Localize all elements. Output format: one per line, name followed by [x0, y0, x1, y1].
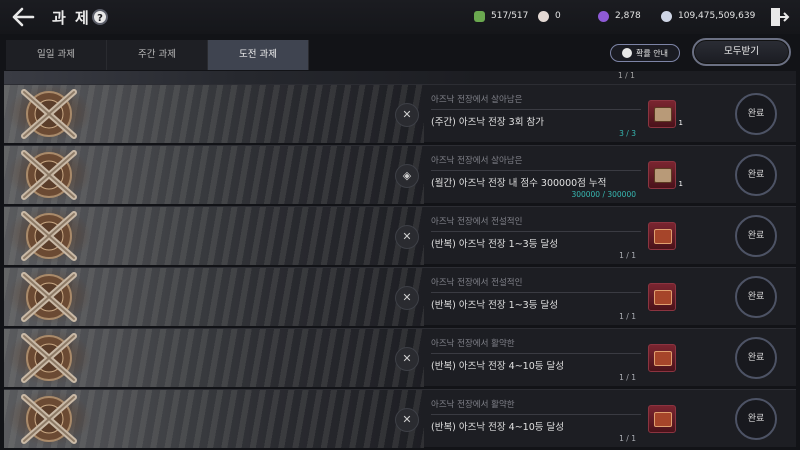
complete-button[interactable]: 완료	[735, 337, 777, 379]
list-item-partial: 1 / 1	[4, 71, 796, 84]
exit-icon[interactable]	[768, 6, 790, 28]
diamond-icon: ◈	[395, 164, 419, 188]
complete-button[interactable]: 완료	[735, 276, 777, 318]
list-item: ✕ 아즈낙 전장에서 활약한 (반복) 아즈낙 전장 4~10등 달성 1 / …	[4, 389, 796, 448]
mission-title: (반복) 아즈낙 전장 4~10등 달성	[431, 422, 564, 433]
mission-subtitle: 아즈낙 전장에서 활약한	[431, 339, 515, 349]
cross-icon: ✕	[395, 286, 419, 310]
tab-daily[interactable]: 일일 과제	[6, 40, 107, 70]
list-item: ✕ 아즈낙 전장에서 활약한 (반복) 아즈낙 전장 4~10등 달성 1 / …	[4, 328, 796, 387]
reward-quantity: 1	[678, 180, 683, 188]
currency-value: 2,878	[615, 11, 641, 21]
reward-item[interactable]	[648, 405, 676, 433]
probability-info-button[interactable]: 확률 안내	[610, 44, 680, 62]
divider	[431, 231, 641, 232]
mission-tabs: 일일 과제 주간 과제 도전 과제	[6, 40, 309, 70]
mission-title: (반복) 아즈낙 전장 4~10등 달성	[431, 361, 564, 372]
tab-weekly[interactable]: 주간 과제	[107, 40, 208, 70]
currency-value: 109,475,509,639	[678, 11, 756, 21]
divider	[431, 170, 641, 171]
complete-button[interactable]: 완료	[735, 154, 777, 196]
currency-energy: 517/517	[474, 9, 528, 23]
back-arrow-icon[interactable]	[10, 5, 36, 29]
complete-button[interactable]: 완료	[735, 398, 777, 440]
cross-icon: ✕	[395, 347, 419, 371]
reward-box-icon	[654, 351, 672, 366]
mission-title: (월간) 아즈낙 전장 내 점수 300000점 누적	[431, 178, 607, 189]
currency-purple-gem: 2,878	[598, 9, 641, 23]
pearl-icon	[538, 10, 549, 22]
mission-progress: 1 / 1	[619, 373, 636, 382]
mission-banner-art	[4, 146, 424, 204]
reward-quantity: 1	[678, 119, 683, 127]
currency-silver: 109,475,509,639	[661, 9, 755, 23]
list-item: ◈ 아즈낙 전장에서 살아남은 (월간) 아즈낙 전장 내 점수 300000점…	[4, 145, 796, 204]
mission-subtitle: 아즈낙 전장에서 전설적인	[431, 217, 523, 227]
reward-item[interactable]	[648, 222, 676, 250]
list-item: ✕ 아즈낙 전장에서 전설적인 (반복) 아즈낙 전장 1~3등 달성 1 / …	[4, 267, 796, 326]
reward-item[interactable]	[648, 283, 676, 311]
mission-subtitle: 아즈낙 전장에서 살아남은	[431, 156, 523, 166]
currency-value: 517/517	[491, 11, 529, 21]
crossed-swords-emblem-icon	[21, 333, 77, 383]
mission-progress: 300000 / 300000	[571, 190, 636, 199]
reward-item[interactable]: 1	[648, 100, 683, 128]
crossed-swords-emblem-icon	[21, 394, 77, 444]
reward-box-icon	[654, 229, 672, 244]
crossed-swords-emblem-icon	[21, 150, 77, 200]
reward-box-icon	[654, 290, 672, 305]
reward-box-icon	[654, 412, 672, 427]
tab-challenge[interactable]: 도전 과제	[208, 40, 309, 70]
help-icon[interactable]: ?	[92, 9, 108, 25]
mission-banner-art	[4, 85, 424, 143]
mission-title: (반복) 아즈낙 전장 1~3등 달성	[431, 239, 558, 250]
reward-box-icon	[654, 168, 672, 183]
mission-progress: 1 / 1	[619, 312, 636, 321]
currency-value: 0	[555, 11, 561, 21]
mission-progress: 1 / 1	[619, 434, 636, 443]
claim-all-button[interactable]: 모두받기	[692, 38, 791, 66]
reward-item[interactable]	[648, 344, 676, 372]
complete-button[interactable]: 완료	[735, 93, 777, 135]
crossed-swords-emblem-icon	[21, 272, 77, 322]
list-item: ✕ 아즈낙 전장에서 살아남은 (주간) 아즈낙 전장 3회 참가 3 / 3 …	[4, 84, 796, 143]
mission-subtitle: 아즈낙 전장에서 전설적인	[431, 278, 523, 288]
mission-banner-art	[4, 329, 424, 387]
complete-button[interactable]: 완료	[735, 215, 777, 257]
cross-icon: ✕	[395, 103, 419, 127]
divider	[431, 292, 641, 293]
silver-coin-icon	[661, 10, 672, 22]
page-title: 과 제	[52, 9, 91, 27]
energy-icon	[474, 10, 485, 22]
purple-gem-icon	[598, 10, 609, 22]
reward-box-icon	[654, 107, 672, 122]
currency-pearl: 0	[538, 9, 561, 23]
mission-title: (반복) 아즈낙 전장 1~3등 달성	[431, 300, 558, 311]
mission-progress: 1 / 1	[618, 71, 635, 80]
mission-banner-art	[4, 268, 424, 326]
reward-item[interactable]: 1	[648, 161, 683, 189]
cross-icon: ✕	[395, 408, 419, 432]
mission-subtitle: 아즈낙 전장에서 살아남은	[431, 95, 523, 105]
cross-icon: ✕	[395, 225, 419, 249]
mission-banner-art	[4, 207, 424, 265]
mission-subtitle: 아즈낙 전장에서 활약한	[431, 400, 515, 410]
mission-banner-art	[4, 390, 424, 448]
divider	[431, 353, 641, 354]
list-item: ✕ 아즈낙 전장에서 전설적인 (반복) 아즈낙 전장 1~3등 달성 1 / …	[4, 206, 796, 265]
divider	[431, 414, 641, 415]
divider	[431, 109, 641, 110]
mission-progress: 3 / 3	[619, 129, 636, 138]
mission-list[interactable]: 1 / 1 ✕ 아즈낙 전장에서 살아남은 (주간) 아즈낙 전장 3회 참가 …	[4, 71, 796, 450]
top-bar: 과 제 ? 517/517 0 2,878 109,475,509,639	[0, 0, 800, 34]
probability-info-label: 확률 안내	[636, 48, 668, 58]
mission-progress: 1 / 1	[619, 251, 636, 260]
crossed-swords-emblem-icon	[21, 211, 77, 261]
crossed-swords-emblem-icon	[21, 89, 77, 139]
info-icon	[622, 48, 632, 58]
mission-title: (주간) 아즈낙 전장 3회 참가	[431, 117, 544, 128]
